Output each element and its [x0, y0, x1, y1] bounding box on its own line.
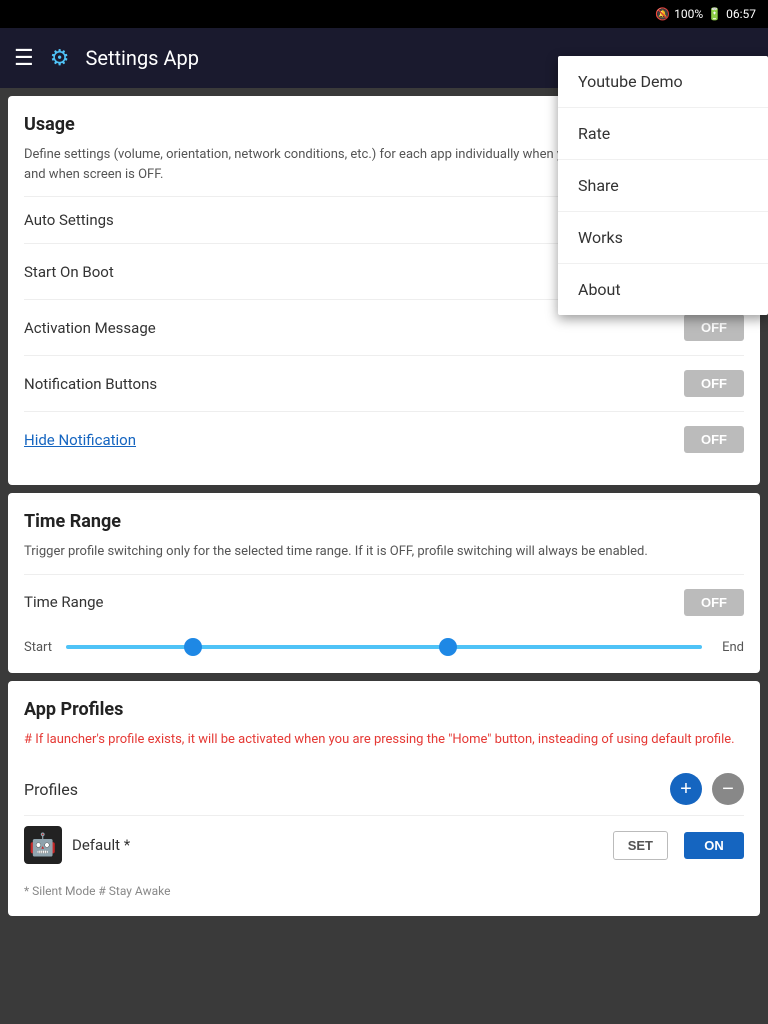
- status-icons: 🔕 100% 🔋 06:57: [655, 7, 756, 21]
- app-profiles-note: # If launcher's profile exists, it will …: [24, 730, 744, 750]
- hide-notification-toggle[interactable]: OFF: [684, 426, 744, 453]
- app-title: Settings App: [85, 46, 199, 70]
- hide-notification-row: Hide Notification OFF: [24, 411, 744, 467]
- menu-item-rate[interactable]: Rate: [558, 108, 768, 160]
- slider-thumb-end[interactable]: [439, 638, 457, 656]
- slider-track[interactable]: [66, 645, 702, 649]
- time-range-toggle-row: Time Range OFF: [24, 574, 744, 630]
- time-range-title: Time Range: [24, 511, 744, 532]
- clock: 06:57: [726, 7, 756, 21]
- profile-avatar: 🤖: [24, 826, 62, 864]
- notification-buttons-toggle[interactable]: OFF: [684, 370, 744, 397]
- dropdown-menu: Youtube Demo Rate Share Works About: [558, 56, 768, 315]
- add-profile-button[interactable]: +: [670, 773, 702, 805]
- profile-name: Default *: [72, 836, 603, 854]
- battery-percentage: 100%: [674, 7, 703, 21]
- activation-message-label: Activation Message: [24, 319, 156, 337]
- hide-notification-label: Hide Notification: [24, 431, 136, 449]
- auto-settings-label: Auto Settings: [24, 211, 114, 229]
- time-range-card: Time Range Trigger profile switching onl…: [8, 493, 760, 673]
- menu-item-youtube-demo[interactable]: Youtube Demo: [558, 56, 768, 108]
- slider-start-label: Start: [24, 640, 56, 655]
- profiles-sub-note: * Silent Mode # Stay Awake: [24, 874, 744, 898]
- mute-icon: 🔕: [655, 7, 670, 21]
- settings-icon: ⚙: [50, 46, 70, 71]
- time-range-slider: Start End: [24, 640, 744, 655]
- set-profile-button[interactable]: SET: [613, 831, 668, 860]
- time-range-toggle[interactable]: OFF: [684, 589, 744, 616]
- time-range-description: Trigger profile switching only for the s…: [24, 542, 744, 562]
- app-profiles-card: App Profiles # If launcher's profile exi…: [8, 681, 760, 917]
- default-profile-item: 🤖 Default * SET ON: [24, 815, 744, 874]
- notification-buttons-label: Notification Buttons: [24, 375, 157, 393]
- profiles-label: Profiles: [24, 780, 78, 799]
- notification-buttons-row: Notification Buttons OFF: [24, 355, 744, 411]
- activation-message-toggle[interactable]: OFF: [684, 314, 744, 341]
- profiles-actions: + −: [670, 773, 744, 805]
- slider-end-label: End: [712, 640, 744, 655]
- battery-icon: 🔋: [707, 7, 722, 21]
- profiles-row: Profiles + −: [24, 763, 744, 815]
- menu-item-share[interactable]: Share: [558, 160, 768, 212]
- start-on-boot-label: Start On Boot: [24, 263, 114, 281]
- menu-item-about[interactable]: About: [558, 264, 768, 315]
- default-profile-toggle[interactable]: ON: [684, 832, 744, 859]
- slider-thumb-start[interactable]: [184, 638, 202, 656]
- app-profiles-title: App Profiles: [24, 699, 744, 720]
- menu-item-works[interactable]: Works: [558, 212, 768, 264]
- time-range-label: Time Range: [24, 593, 104, 611]
- status-bar: 🔕 100% 🔋 06:57: [0, 0, 768, 28]
- remove-profile-button[interactable]: −: [712, 773, 744, 805]
- menu-button[interactable]: ☰: [14, 46, 34, 71]
